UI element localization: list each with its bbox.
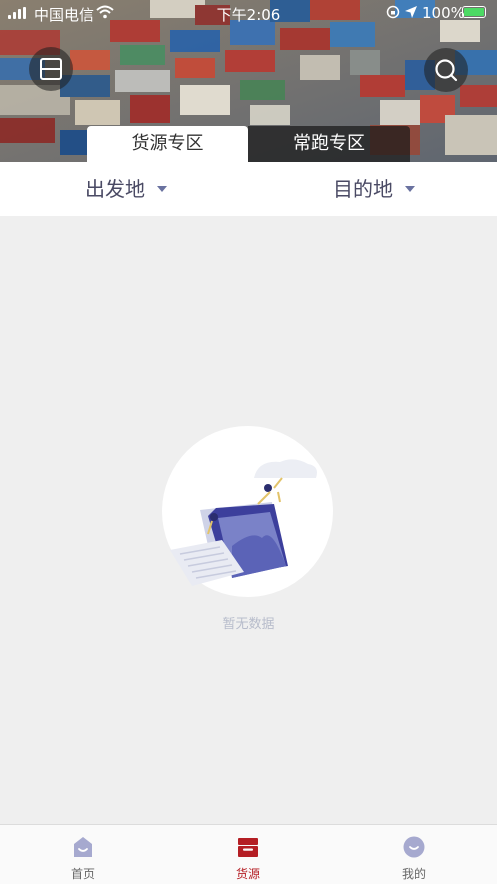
tab-regular-routes[interactable]: 常跑专区 (248, 126, 410, 162)
battery-icon (462, 6, 486, 18)
empty-folder-icon (170, 459, 317, 586)
origin-label: 出发地 (85, 177, 145, 201)
destination-filter[interactable]: 目的地 (333, 162, 415, 216)
tab-profile-label: 我的 (401, 867, 426, 881)
search-icon (435, 59, 458, 82)
tab-profile[interactable]: 我的 (374, 825, 454, 884)
caret-down-icon (157, 185, 167, 192)
menu-icon (40, 58, 62, 80)
tab-cargo[interactable]: 货源 (208, 825, 288, 884)
tab-cargo-zone[interactable]: 货源专区 (87, 126, 248, 162)
caret-down-icon (405, 185, 415, 192)
bottom-tab-bar: 首页 货源 我的 (0, 824, 497, 884)
empty-state-illustration (162, 426, 333, 597)
battery-percent: 100% (422, 4, 465, 22)
menu-button[interactable] (29, 47, 73, 91)
destination-label: 目的地 (333, 177, 393, 201)
cargo-icon (238, 838, 258, 857)
origin-filter[interactable]: 出发地 (85, 162, 167, 216)
header-banner: 中国电信 下午2:06 100% 货源专区 常跑专区 (0, 0, 497, 162)
search-button[interactable] (424, 48, 468, 92)
empty-state-message: 暂无数据 (222, 617, 275, 632)
tab-home[interactable]: 首页 (43, 825, 123, 884)
tab-cargo-label: 货源 (235, 867, 260, 881)
filter-bar: 出发地 目的地 (0, 162, 497, 216)
profile-icon (403, 836, 425, 858)
home-icon (74, 837, 92, 857)
tab-home-label: 首页 (70, 867, 95, 881)
status-bar: 中国电信 下午2:06 100% (0, 0, 497, 26)
